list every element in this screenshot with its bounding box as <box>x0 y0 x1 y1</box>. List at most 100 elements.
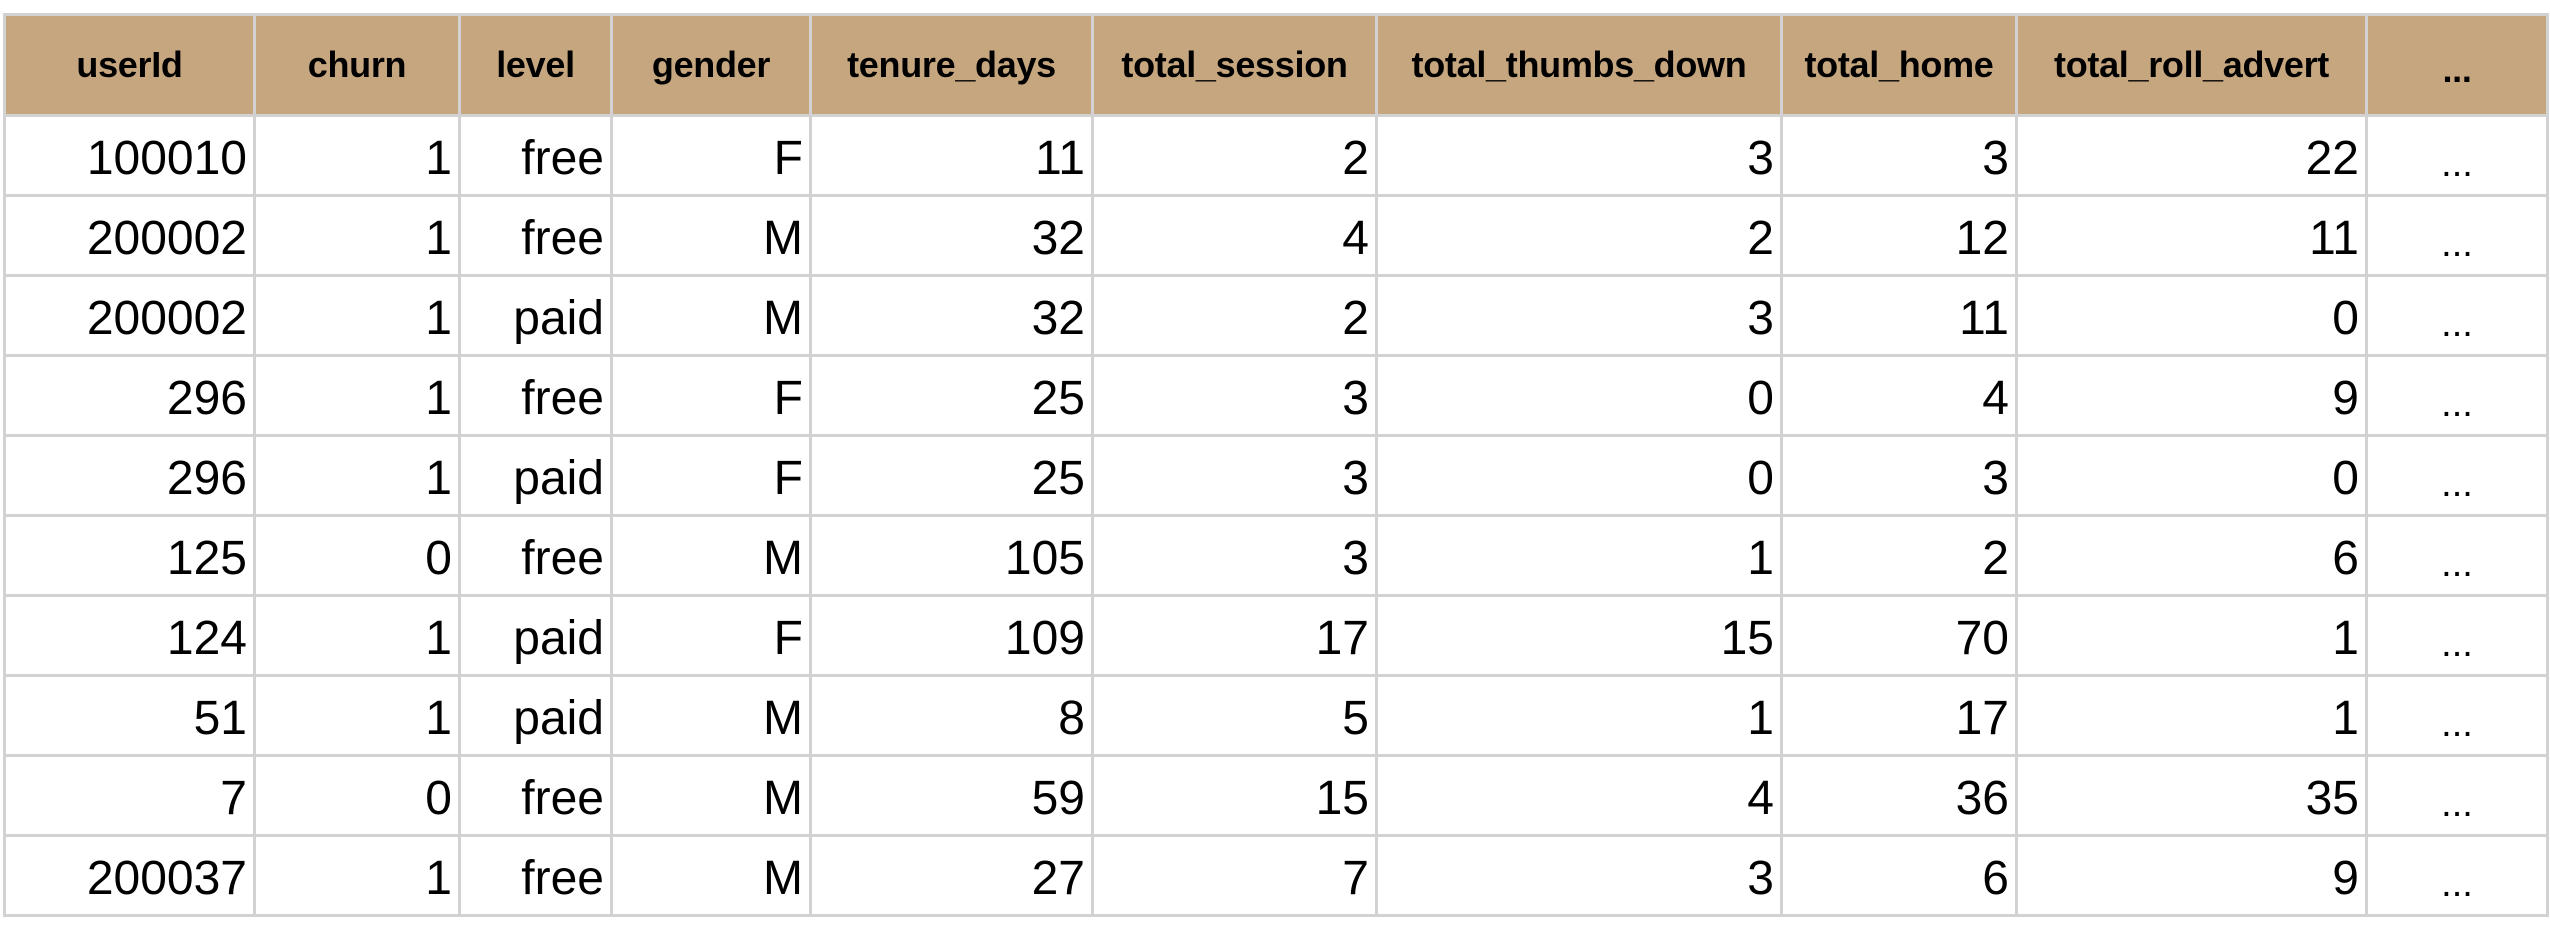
cell-level: free <box>458 114 613 197</box>
cell-userid: 125 <box>3 514 256 597</box>
cell-total-home: 4 <box>1780 354 2018 437</box>
cell-more: ... <box>2365 114 2549 197</box>
header-row: userId churn level gender tenure_days to… <box>3 13 2549 117</box>
cell-total-session: 3 <box>1091 514 1378 597</box>
table-row: 124 1 paid F 109 17 15 70 1... <box>3 594 2549 677</box>
cell-total-home: 36 <box>1780 754 2018 837</box>
cell-total-home: 70 <box>1780 594 2018 677</box>
table-row: 200002 1 paid M 32 2 3 11 0... <box>3 274 2549 357</box>
cell-tenure-days: 32 <box>809 194 1094 277</box>
cell-total-home: 11 <box>1780 274 2018 357</box>
cell-userid: 51 <box>3 674 256 757</box>
cell-more: ... <box>2365 194 2549 277</box>
column-header-tenure-days: tenure_days <box>809 13 1094 117</box>
cell-churn: 1 <box>253 434 461 517</box>
cell-total-thumbs-down: 3 <box>1375 114 1783 197</box>
cell-total-session: 2 <box>1091 274 1378 357</box>
cell-total-roll-advert: 9 <box>2015 834 2368 917</box>
cell-userid: 100010 <box>3 114 256 197</box>
cell-total-session: 3 <box>1091 354 1378 437</box>
cell-total-thumbs-down: 0 <box>1375 354 1783 437</box>
column-header-churn: churn <box>253 13 461 117</box>
column-header-total-roll-advert: total_roll_advert <box>2015 13 2368 117</box>
cell-gender: F <box>610 434 812 517</box>
cell-total-thumbs-down: 1 <box>1375 514 1783 597</box>
cell-gender: M <box>610 514 812 597</box>
cell-level: free <box>458 514 613 597</box>
cell-level: paid <box>458 674 613 757</box>
cell-total-session: 15 <box>1091 754 1378 837</box>
cell-total-roll-advert: 11 <box>2015 194 2368 277</box>
cell-total-home: 3 <box>1780 434 2018 517</box>
column-header-total-session: total_session <box>1091 13 1378 117</box>
cell-userid: 200002 <box>3 194 256 277</box>
cell-level: paid <box>458 274 613 357</box>
cell-more: ... <box>2365 754 2549 837</box>
cell-level: free <box>458 194 613 277</box>
cell-gender: F <box>610 114 812 197</box>
cell-total-home: 2 <box>1780 514 2018 597</box>
cell-tenure-days: 11 <box>809 114 1094 197</box>
cell-total-roll-advert: 22 <box>2015 114 2368 197</box>
cell-tenure-days: 25 <box>809 354 1094 437</box>
column-header-total-home: total_home <box>1780 13 2018 117</box>
cell-userid: 124 <box>3 594 256 677</box>
cell-level: free <box>458 754 613 837</box>
cell-churn: 0 <box>253 514 461 597</box>
column-header-level: level <box>458 13 613 117</box>
cell-tenure-days: 105 <box>809 514 1094 597</box>
cell-total-roll-advert: 1 <box>2015 674 2368 757</box>
cell-level: paid <box>458 434 613 517</box>
cell-total-thumbs-down: 1 <box>1375 674 1783 757</box>
cell-userid: 296 <box>3 434 256 517</box>
cell-userid: 200037 <box>3 834 256 917</box>
cell-more: ... <box>2365 514 2549 597</box>
cell-total-roll-advert: 6 <box>2015 514 2368 597</box>
cell-total-home: 6 <box>1780 834 2018 917</box>
cell-churn: 1 <box>253 834 461 917</box>
cell-more: ... <box>2365 674 2549 757</box>
table-row: 200002 1 free M 32 4 2 12 11... <box>3 194 2549 277</box>
table-row: 296 1 free F 25 3 0 4 9... <box>3 354 2549 437</box>
column-header-userid: userId <box>3 13 256 117</box>
cell-total-thumbs-down: 3 <box>1375 834 1783 917</box>
cell-gender: M <box>610 834 812 917</box>
column-header-more: ... <box>2365 13 2549 117</box>
cell-total-roll-advert: 35 <box>2015 754 2368 837</box>
column-header-total-thumbs-down: total_thumbs_down <box>1375 13 1783 117</box>
cell-total-session: 7 <box>1091 834 1378 917</box>
cell-tenure-days: 109 <box>809 594 1094 677</box>
cell-total-session: 2 <box>1091 114 1378 197</box>
table-row: 296 1 paid F 25 3 0 3 0... <box>3 434 2549 517</box>
table-row: 125 0 free M 105 3 1 2 6... <box>3 514 2549 597</box>
cell-total-session: 4 <box>1091 194 1378 277</box>
cell-total-roll-advert: 0 <box>2015 274 2368 357</box>
cell-userid: 7 <box>3 754 256 837</box>
cell-total-thumbs-down: 3 <box>1375 274 1783 357</box>
cell-more: ... <box>2365 274 2549 357</box>
cell-userid: 200002 <box>3 274 256 357</box>
cell-gender: F <box>610 594 812 677</box>
cell-level: free <box>458 834 613 917</box>
cell-more: ... <box>2365 834 2549 917</box>
column-header-gender: gender <box>610 13 812 117</box>
table-row: 7 0 free M 59 15 4 36 35... <box>3 754 2549 837</box>
cell-total-home: 12 <box>1780 194 2018 277</box>
cell-tenure-days: 25 <box>809 434 1094 517</box>
cell-level: free <box>458 354 613 437</box>
cell-churn: 1 <box>253 354 461 437</box>
cell-gender: M <box>610 754 812 837</box>
cell-total-thumbs-down: 15 <box>1375 594 1783 677</box>
table-body: 100010 1 free F 11 2 3 3 22... 200002 1 free M 32 4 2 12… <box>3 114 2549 917</box>
cell-total-session: 5 <box>1091 674 1378 757</box>
cell-churn: 1 <box>253 194 461 277</box>
cell-churn: 1 <box>253 274 461 357</box>
cell-gender: M <box>610 194 812 277</box>
cell-total-thumbs-down: 4 <box>1375 754 1783 837</box>
cell-churn: 1 <box>253 114 461 197</box>
cell-total-roll-advert: 1 <box>2015 594 2368 677</box>
cell-more: ... <box>2365 354 2549 437</box>
cell-total-roll-advert: 0 <box>2015 434 2368 517</box>
cell-gender: M <box>610 674 812 757</box>
table-row: 100010 1 free F 11 2 3 3 22... <box>3 114 2549 197</box>
